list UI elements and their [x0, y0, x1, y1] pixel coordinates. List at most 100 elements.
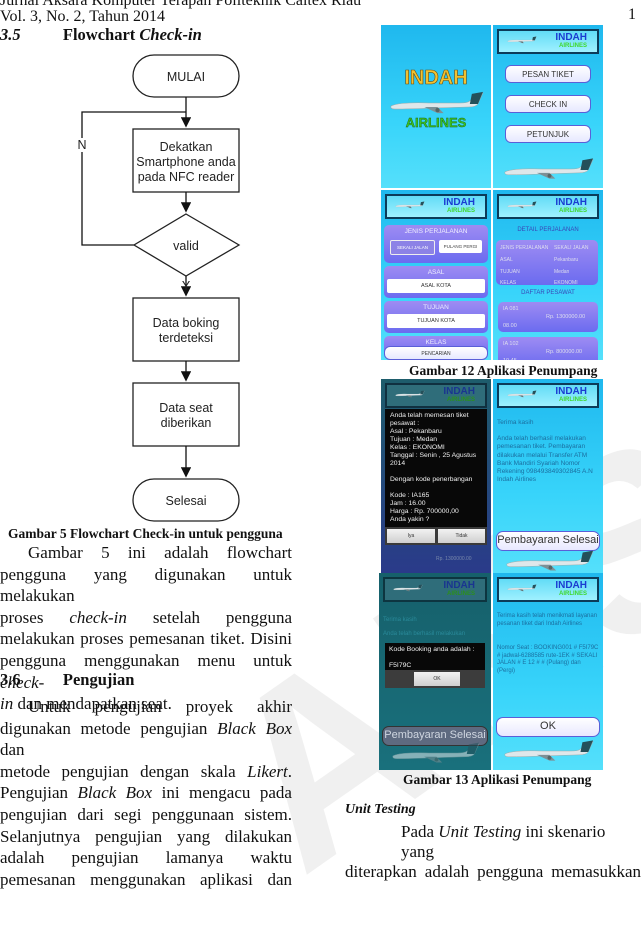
banner-brand-top: INDAH [555, 197, 587, 208]
behind-message: Anda telah berhasil melakukan [383, 631, 466, 637]
section-number: 3.5 [0, 25, 21, 44]
plane-icon [507, 201, 537, 209]
flight-item[interactable]: IA 102 Rp. 800000.00 10.45 [498, 337, 598, 360]
banner-brand-top: INDAH [555, 580, 587, 591]
step1-line2: Smartphone anda [136, 155, 235, 169]
final-message: Terima kasih telah menikmati layanan pes… [497, 613, 598, 627]
pesan-tiket-button[interactable]: PESAN TIKET [505, 65, 591, 83]
payment-done-button[interactable]: Pembayaran Selesai [496, 531, 600, 551]
banner-brand-bottom: AIRLINES [446, 591, 475, 597]
phone-seat-info: INDAH AIRLINES Terima kasih telah menikm… [493, 573, 603, 770]
para-line: digunakan metode pengujian Black Box dan [0, 718, 292, 760]
flight-code: IA 081 [503, 306, 519, 312]
behind-price: Rp. 1300000.00 [436, 556, 472, 562]
banner-brand-bottom: AIRLINES [558, 43, 587, 49]
detail-value: EKONOMI [554, 280, 578, 286]
step2-line2: terdeteksi [159, 331, 213, 345]
plane-icon [507, 584, 537, 592]
unit-testing-paragraph: Pada Unit Testing ini skenario yang dite… [345, 822, 641, 882]
origin-card: ASAL ASAL KOTA [384, 266, 488, 298]
confirm-no-button[interactable]: Tidak [438, 529, 485, 543]
para-line: Pada Unit Testing ini skenario yang [401, 822, 606, 861]
dialog-line: pesawat : [390, 420, 420, 427]
para-line: proses check-in setelah pengguna [0, 607, 292, 627]
yes-label: Y [182, 279, 191, 293]
destination-card: TUJUAN TUJUAN KOTA [384, 301, 488, 333]
phone-booking-form: INDAH AIRLINES JENIS PERJALANAN SEKALI J… [381, 190, 491, 360]
dialog-line: Anda telah memesan tiket [390, 412, 469, 419]
checkin-flowchart: MULAI N N Dekatkan Smartphone anda pada … [77, 54, 241, 522]
class-label: KELAS [425, 339, 447, 346]
para-line: metode pengujian dengan skala Likert. [0, 761, 292, 781]
phone-payment-info: INDAH AIRLINES Terima kasih Anda telah b… [493, 379, 603, 574]
trip-type-label: JENIS PERJALANAN [404, 228, 468, 235]
para-line: Selanjutnya pengujian yang dilakukan [0, 826, 292, 846]
decision-label: valid [173, 239, 199, 253]
flight-item[interactable]: IA 081 Rp. 1300000.00 08.00 [498, 302, 598, 332]
pengujian-paragraph: Untuk pengujian proyek akhir digunakan m… [0, 696, 292, 890]
booking-code-ok-button[interactable]: OK [414, 672, 460, 686]
start-label: MULAI [167, 70, 205, 84]
plane-icon [395, 390, 425, 398]
step1-line3: pada NFC reader [138, 170, 235, 184]
dialog-line: Asal : Pekanbaru [390, 428, 442, 435]
banner-brand-top: INDAH [555, 32, 587, 43]
detail-key: JENIS PERJALANAN [500, 245, 549, 251]
section-title: Pengujian [62, 670, 135, 689]
banner-brand-top: INDAH [443, 386, 475, 397]
flight-time: 08.00 [503, 323, 517, 329]
banner-brand-top: INDAH [443, 197, 475, 208]
plane-icon [393, 584, 423, 592]
app-banner: INDAH AIRLINES [497, 194, 599, 219]
booking-code-value: F5I79C [389, 662, 412, 669]
detail-key: ASAL [500, 257, 513, 263]
destination-input[interactable]: TUJUAN KOTA [387, 314, 485, 328]
seat-info: Nomor Seat : BOOKING001 # F5I79C # jadwa… [497, 645, 599, 674]
figure-5-caption: Gambar 5 Flowchart Check-in untuk penggu… [8, 526, 283, 541]
splash-brand-top: INDAH [404, 67, 468, 90]
figure-13-caption: Gambar 13 Aplikasi Penumpang [403, 772, 592, 787]
unit-testing-heading: Unit Testing [345, 802, 416, 817]
banner-brand-top: INDAH [443, 580, 475, 591]
plane-icon [390, 91, 484, 114]
page-number: 1 [628, 6, 636, 23]
detail-value: SEKALI JALAN [554, 245, 589, 251]
dialog-line: Tujuan : Medan [390, 436, 437, 443]
check-in-button[interactable]: CHECK IN [505, 95, 591, 113]
step1-line1: Dekatkan [160, 140, 213, 154]
round-trip-option[interactable]: PULANG PERGI [439, 240, 482, 253]
search-button[interactable]: PENCARIAN [384, 346, 488, 360]
banner-brand-bottom: AIRLINES [446, 397, 475, 403]
app-banner: INDAH AIRLINES [497, 577, 599, 602]
dialog-line: 2014 [390, 460, 406, 467]
app-banner: INDAH AIRLINES [497, 29, 599, 54]
plane-icon [392, 742, 480, 763]
dialog-line: Kelas : EKONOMI [390, 444, 445, 451]
dialog-button-bar: Iya Tidak [385, 527, 487, 545]
petunjuk-button[interactable]: PETUNJUK [505, 125, 591, 143]
banner-brand-top: INDAH [555, 386, 587, 397]
para-line: diterapkan adalah pengguna memasukkan [345, 862, 641, 881]
flight-price: Rp. 1300000.00 [546, 314, 586, 320]
flight-price: Rp. 800000.00 [546, 349, 583, 355]
plane-icon [395, 201, 425, 209]
payment-message: Anda telah berhasil melakukan pemesanan … [497, 435, 593, 484]
step3-line2: diberikan [161, 416, 212, 430]
confirm-dialog: Anda telah memesan tiket pesawat : Asal … [385, 409, 487, 527]
plane-icon [507, 390, 537, 398]
origin-input[interactable]: ASAL KOTA [387, 279, 485, 293]
phone-confirm-order: INDAH AIRLINES Anda telah memesan tiket … [381, 379, 491, 574]
one-way-option[interactable]: SEKALI JALAN [390, 240, 435, 255]
dialog-line: Anda yakin ? [390, 516, 430, 523]
booking-code-title: Kode Booking anda adalah : [389, 646, 475, 653]
plane-icon [506, 550, 594, 571]
section-number: 3.6 [0, 670, 21, 689]
detail-key: KELAS [500, 280, 517, 286]
section-title-italic: Check-in [139, 25, 202, 44]
app-banner: INDAH AIRLINES [383, 577, 487, 602]
para-line: Gambar 5 ini adalah flowchart [28, 543, 292, 562]
final-ok-button[interactable]: OK [496, 717, 600, 737]
confirm-yes-button[interactable]: Iya [387, 529, 435, 543]
destination-label: TUJUAN [423, 304, 449, 311]
plane-icon [507, 36, 537, 44]
